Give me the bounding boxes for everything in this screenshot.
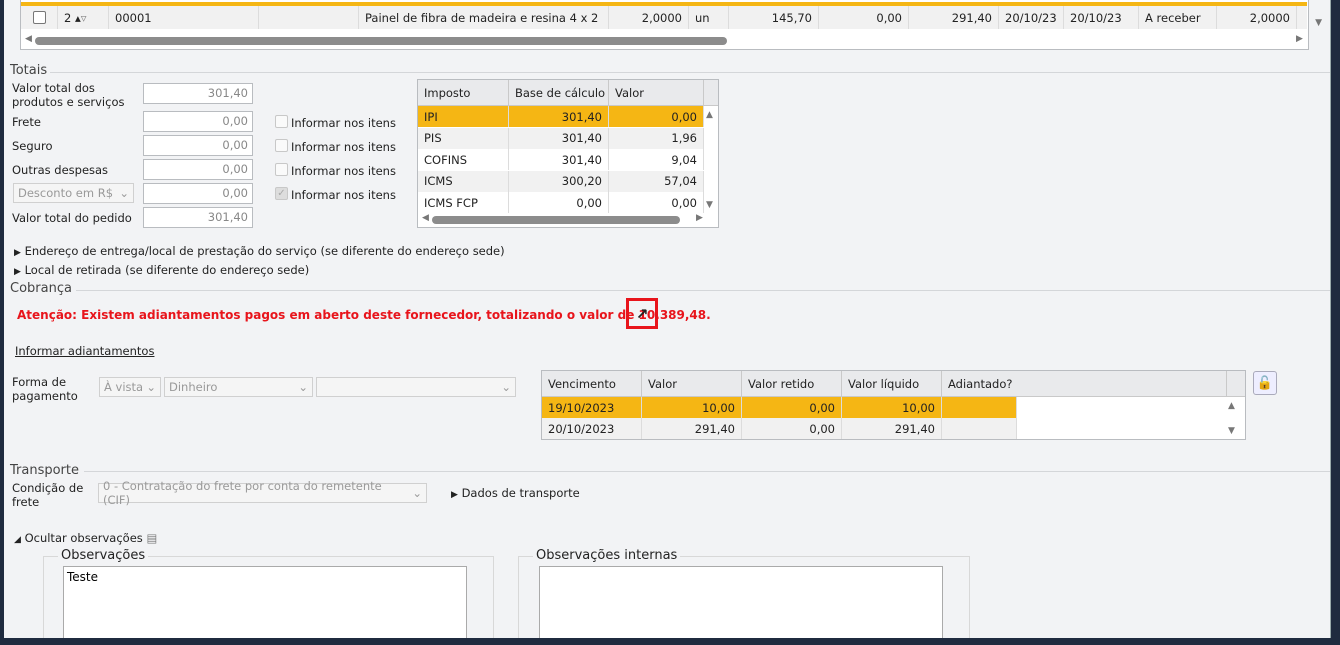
ocultar-observacoes-toggle[interactable]: ◢ Ocultar observações ▤ [14,531,157,547]
meio-pagamento-select[interactable]: Dinheiro ⌄ [164,377,313,397]
table-row[interactable]: 19/10/2023 10,00 0,00 10,00 [542,397,1017,418]
scroll-down-icon[interactable]: ▼ [1315,18,1322,28]
outras-informar-checkbox[interactable] [275,163,288,176]
table-row[interactable]: PIS 301,40 1,96 [418,127,704,149]
dados-transporte-toggle[interactable]: ▶ Dados de transporte [451,486,580,502]
table-row[interactable]: COFINS 301,40 9,04 [418,149,704,170]
table-cell: ICMS [418,170,509,192]
outras-despesas-input[interactable]: 0,00 [143,159,253,180]
table-cell: IPI [418,106,509,127]
endereco-entrega-toggle[interactable]: ▶ Endereço de entrega/local de prestação… [14,244,505,260]
chevron-down-icon: ⌄ [146,380,156,394]
scroll-up-icon[interactable]: ▲ [706,110,713,120]
scroll-right-icon[interactable]: ▶ [696,213,703,223]
scroll-left-icon[interactable]: ◀ [422,213,429,223]
frete-input[interactable]: 0,00 [143,111,253,132]
table-cell: 0,00 [742,418,842,439]
order-form: 2 ▴ ▿ 00001 Painel de fibra de madeira e … [4,0,1331,638]
table-cell: 0,00 [609,192,704,213]
table-cell: 10,00 [842,397,942,418]
table-cell: 9,04 [609,149,704,170]
caret-right-icon: ▶ [451,490,458,500]
table-cell: 291,40 [642,418,742,439]
table-cell: 301,40 [509,149,609,170]
chevron-down-icon: ⌄ [501,380,511,394]
conta-select[interactable]: ⌄ [316,377,516,397]
valor-total-input[interactable]: 301,40 [143,83,253,104]
table-cell: COFINS [418,149,509,170]
table-row[interactable]: 20/10/2023 291,40 0,00 291,40 [542,418,1017,439]
caret-right-icon: ▶ [14,267,21,277]
table-cell: 301,40 [509,127,609,149]
table-cell: 10,00 [642,397,742,418]
observacoes-textarea[interactable]: Teste [63,566,467,638]
items-grid: 2 ▴ ▿ 00001 Painel de fibra de madeira e … [20,0,1322,50]
caret-right-icon: ▶ [14,248,21,258]
scroll-down-icon[interactable]: ▼ [1228,426,1235,436]
observacoes-internas-textarea[interactable] [539,566,943,638]
impostos-grid: Imposto Base de cálculo Valor IPI 301,40 0… [417,79,719,228]
table-cell: 1,96 [609,127,704,149]
open-adiantamentos-button[interactable]: ↗ [626,298,658,329]
scroll-right-icon[interactable]: ▶ [1296,34,1303,44]
table-cell: 20/10/2023 [542,418,642,439]
unlock-button[interactable]: 🔓 [1253,371,1277,395]
adiantamento-alert: Atenção: Existem adiantamentos pagos em … [17,308,711,322]
parcelas-grid: Vencimento Valor Valor retido Valor líqu… [541,370,1246,440]
seguro-input[interactable]: 0,00 [143,135,253,156]
forma-pagamento-select[interactable]: À vista ⌄ [99,377,161,397]
desconto-informar-checkbox[interactable]: ✓ [275,187,288,200]
unlock-icon: 🔓 [1256,375,1274,391]
scroll-up-icon[interactable]: ▲ [1228,401,1235,411]
seguro-informar-checkbox[interactable] [275,139,288,152]
move-down-icon[interactable]: ▿ [81,11,87,25]
table-cell: 301,40 [509,106,609,127]
table-cell: 300,20 [509,170,609,192]
chevron-down-icon: ⌄ [298,380,308,394]
table-cell: 57,04 [609,170,704,192]
caret-down-icon: ◢ [14,535,21,545]
notes-icon: ▤ [146,531,158,545]
table-cell [942,397,1017,418]
totais-title: Totais [10,63,48,78]
frete-informar-checkbox[interactable] [275,115,288,128]
chevron-down-icon: ⌄ [412,486,422,500]
table-cell [942,418,1017,439]
condicao-frete-select[interactable]: 0 - Contratação do frete por conta do re… [98,479,427,507]
scroll-down-icon[interactable]: ▼ [706,200,713,210]
table-cell: 291,40 [842,418,942,439]
external-link-icon: ↗ [635,304,649,323]
row-checkbox[interactable] [32,11,46,24]
table-row[interactable]: IPI 301,40 0,00 [418,106,704,127]
desconto-input[interactable]: 0,00 [143,183,253,204]
informar-adiantamentos-link[interactable]: Informar adiantamentos [15,344,154,358]
table-cell: 0,00 [742,397,842,418]
table-cell: ICMS FCP [418,192,509,213]
table-row[interactable]: ICMS 300,20 57,04 [418,170,704,192]
table-row[interactable]: ICMS FCP 0,00 0,00 [418,192,704,213]
table-cell: PIS [418,127,509,149]
horizontal-scrollbar[interactable] [35,37,727,45]
chevron-down-icon: ⌄ [119,186,129,200]
local-retirada-toggle[interactable]: ▶ Local de retirada (se diferente do end… [14,263,309,279]
table-cell: 0,00 [509,192,609,213]
table-cell: 0,00 [609,106,704,127]
desconto-select[interactable]: Desconto em R$ ⌄ [13,183,134,203]
table-cell: 19/10/2023 [542,397,642,418]
scroll-left-icon[interactable]: ◀ [25,34,32,44]
horizontal-scrollbar[interactable] [432,216,680,224]
table-row[interactable]: 2 ▴ ▿ 00001 Painel de fibra de madeira e … [21,6,1307,29]
valor-pedido-input[interactable]: 301,40 [143,207,253,228]
